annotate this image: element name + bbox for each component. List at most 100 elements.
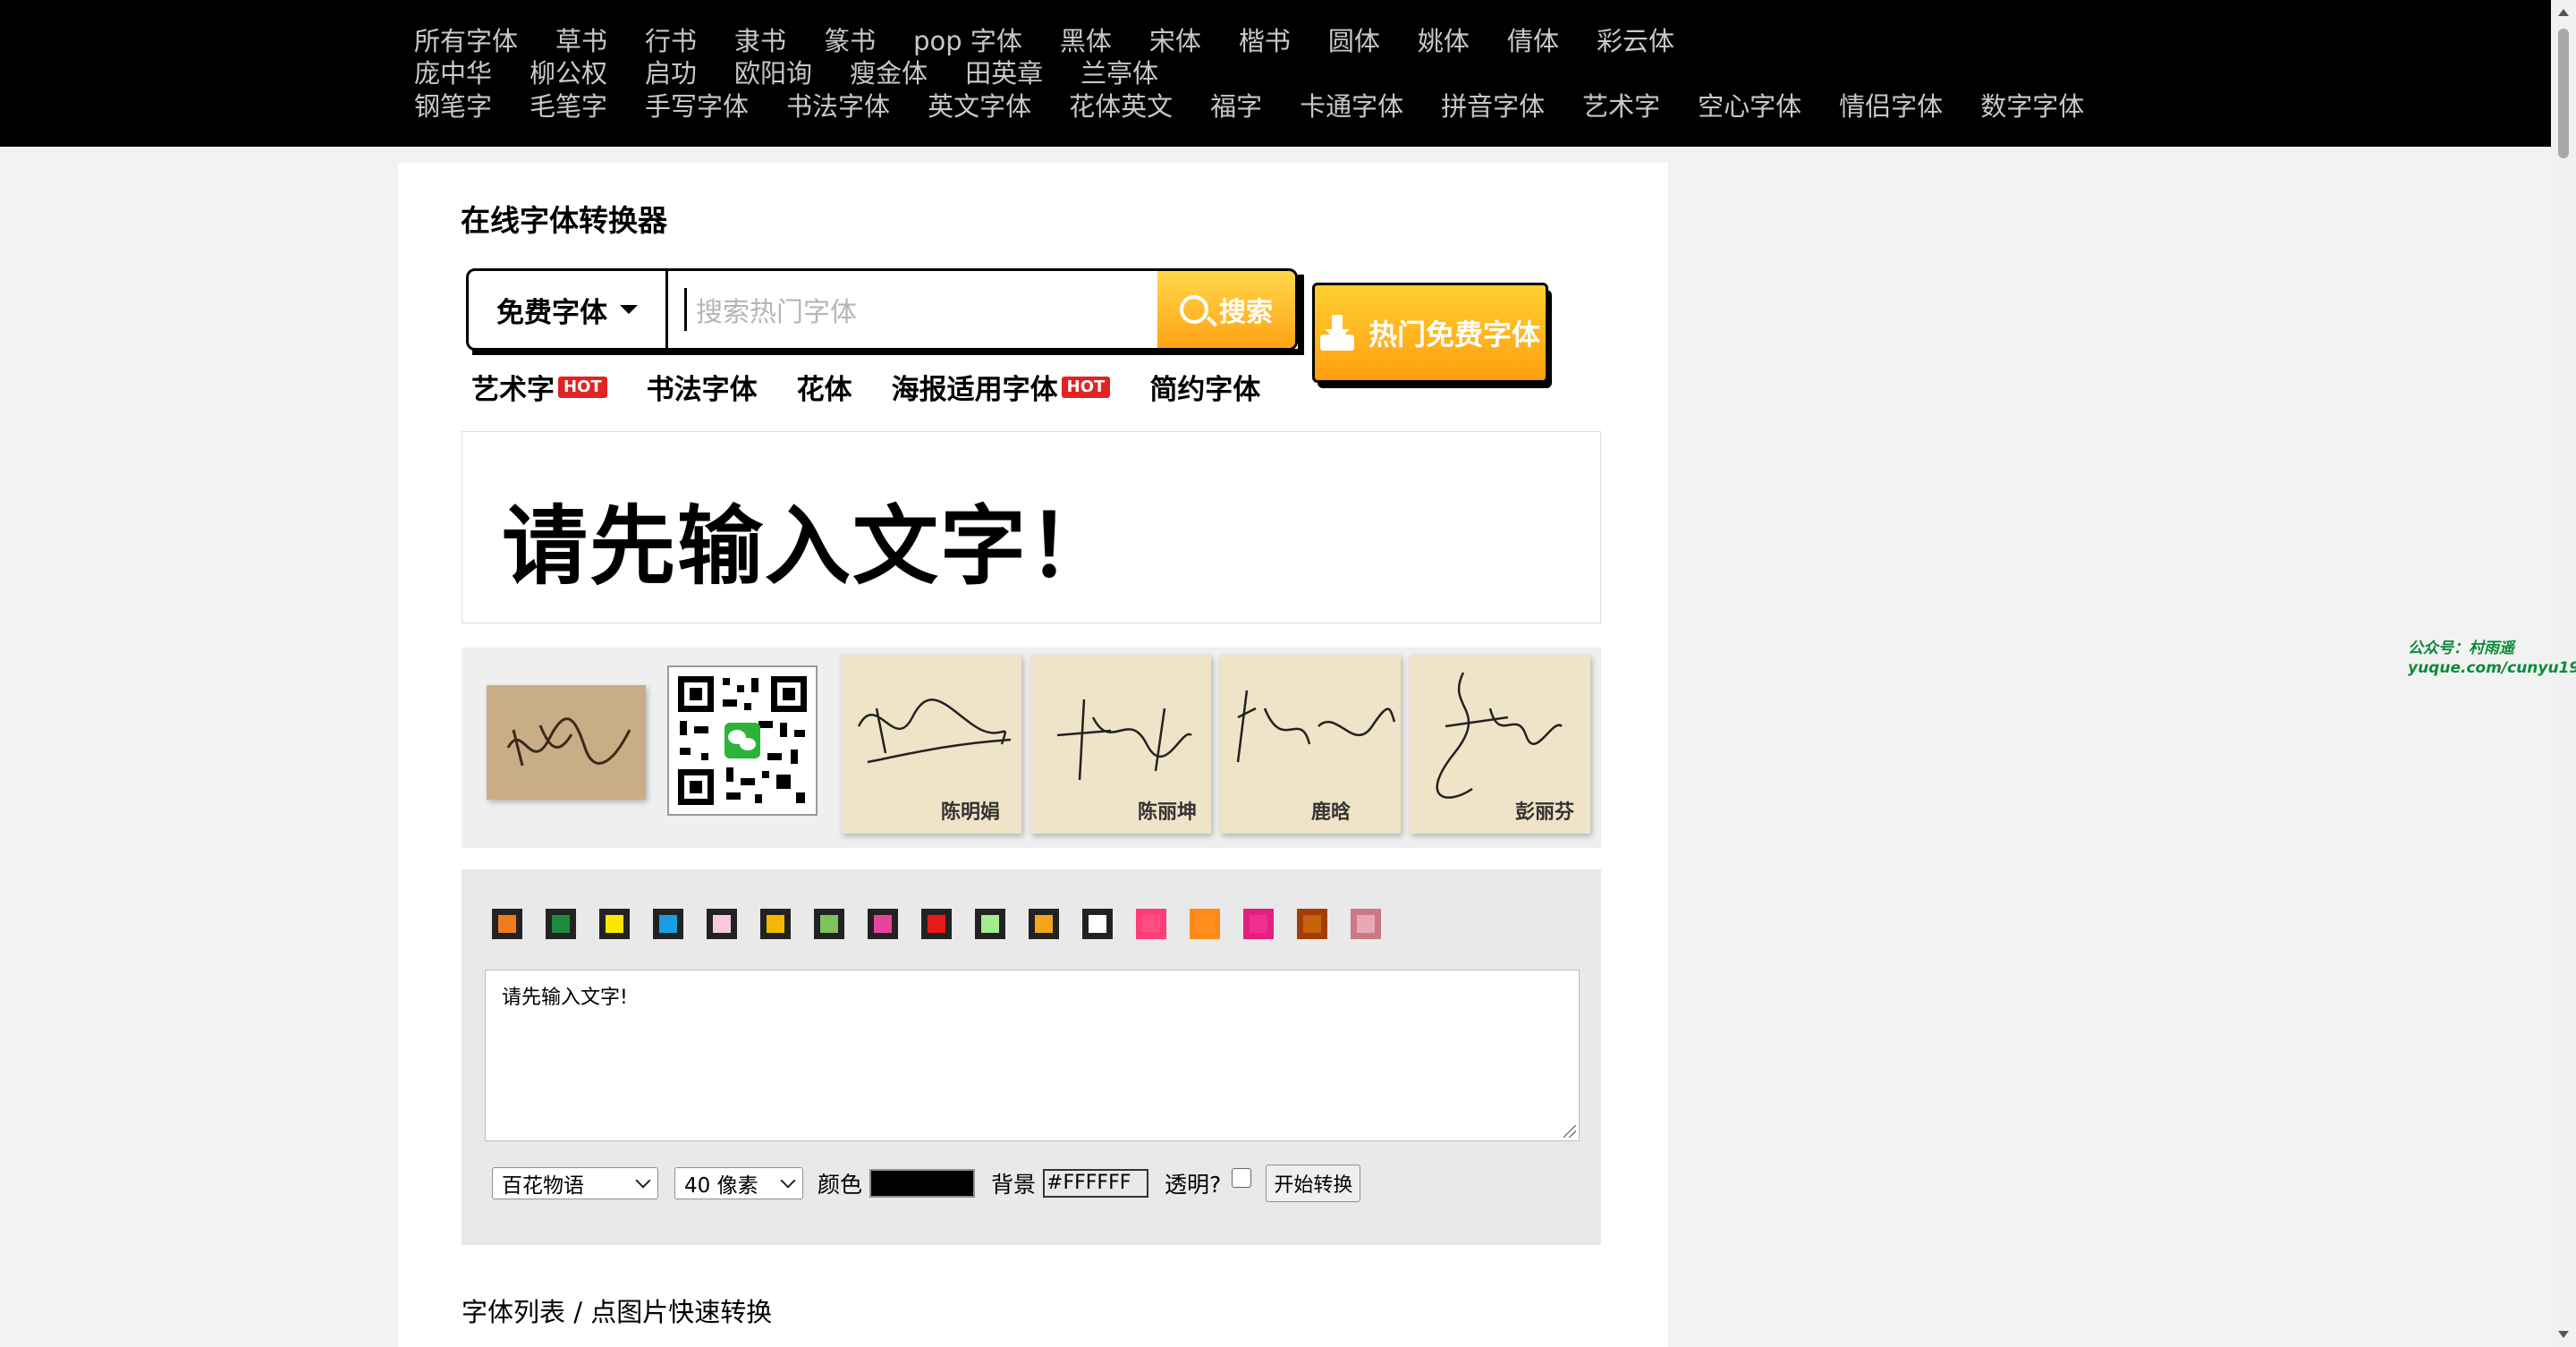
nav-link[interactable]: 欧阳询 <box>734 57 812 89</box>
transparent-label: 透明? <box>1165 1172 1222 1198</box>
chevron-down-icon <box>620 305 638 314</box>
color-swatch[interactable] <box>546 909 576 939</box>
nav-row-1: 所有字体 草书 行书 隶书 篆书 pop 字体 黑体 宋体 楷书 圆体 姚体 倩体 彩云体 <box>414 25 1712 57</box>
font-tags: 艺术字 HOT 书法字体 花体 海报适用字体 HOT 简约字体 <box>471 367 1300 407</box>
nav-link[interactable]: 兰亭体 <box>1080 57 1158 89</box>
watermark-line-2: yuque.com/cunyu1943 <box>2408 659 2576 677</box>
font-tag[interactable]: 花体 <box>797 367 852 407</box>
nav-link[interactable]: 彩云体 <box>1597 25 1674 57</box>
nav-link[interactable]: 宋体 <box>1149 25 1201 57</box>
nav-row-3: 钢笔字 毛笔字 手写字体 书法字体 英文字体 花体英文 福字 卡通字体 拼音字体 艺术字 空心字体 情… <box>414 90 2122 123</box>
search-button[interactable]: 搜索 <box>1157 271 1295 348</box>
signature-card[interactable]: 彭丽芬 <box>1410 655 1590 834</box>
font-tag[interactable]: 简约字体 <box>1149 367 1260 407</box>
color-swatch[interactable] <box>1190 909 1220 939</box>
color-swatch[interactable] <box>492 909 522 939</box>
color-swatch[interactable] <box>1351 909 1381 939</box>
color-swatch[interactable] <box>814 909 844 939</box>
font-tag-label: 花体 <box>796 374 852 406</box>
nav-row-2: 庞中华 柳公权 启功 欧阳询 瘦金体 田英章 兰亭体 <box>414 57 1196 89</box>
nav-link[interactable]: 拼音字体 <box>1441 90 1545 123</box>
text-cursor <box>684 288 687 331</box>
font-list-title: 字体列表 / 点图片快速转换 <box>462 1297 773 1327</box>
resize-handle-icon[interactable] <box>1563 1125 1576 1138</box>
search-button-label: 搜索 <box>1219 297 1273 328</box>
nav-link[interactable]: 数字字体 <box>1980 90 2084 123</box>
nav-link[interactable]: pop 字体 <box>913 25 1022 57</box>
nav-link[interactable]: 田英章 <box>965 57 1043 89</box>
nav-link[interactable]: 花体英文 <box>1069 90 1173 123</box>
nav-link[interactable]: 所有字体 <box>414 25 518 57</box>
nav-link[interactable]: 启功 <box>645 57 697 89</box>
background-color-input[interactable]: #FFFFFF <box>1043 1169 1149 1198</box>
nav-link[interactable]: 柳公权 <box>530 57 607 89</box>
wechat-qr-code-image[interactable] <box>667 665 818 816</box>
nav-link[interactable]: 钢笔字 <box>414 90 492 123</box>
font-tag-label: 书法字体 <box>646 374 758 406</box>
nav-link[interactable]: 情侣字体 <box>1839 90 1943 123</box>
size-select[interactable]: 40 像素 <box>674 1167 803 1199</box>
scrollbar-thumb[interactable] <box>2558 29 2569 158</box>
search-input[interactable]: 搜索热门字体 <box>668 271 1157 348</box>
signature-card[interactable]: 陈明娟 <box>841 655 1021 834</box>
font-category-dropdown[interactable]: 免费字体 <box>469 271 668 348</box>
signature-name: 陈丽坤 <box>1138 801 1198 824</box>
signature-sample-image[interactable] <box>487 685 646 800</box>
color-swatch[interactable] <box>599 909 630 939</box>
color-swatch[interactable] <box>1243 909 1274 939</box>
font-tag[interactable]: 海报适用字体 HOT <box>892 367 1111 407</box>
convert-button[interactable]: 开始转换 <box>1266 1165 1361 1202</box>
nav-link[interactable]: 隶书 <box>734 25 786 57</box>
text-color-picker[interactable] <box>869 1169 976 1198</box>
nav-link[interactable]: 卡通字体 <box>1300 90 1403 123</box>
font-tag[interactable]: 书法字体 <box>647 367 758 407</box>
color-swatch[interactable] <box>707 909 737 939</box>
nav-link[interactable]: 瘦金体 <box>850 57 928 89</box>
signature-card[interactable]: 陈丽坤 <box>1030 655 1211 834</box>
nav-link[interactable]: 书法字体 <box>786 90 890 123</box>
color-swatch[interactable] <box>760 909 791 939</box>
top-nav: 所有字体 草书 行书 隶书 篆书 pop 字体 黑体 宋体 楷书 圆体 姚体 倩体 彩云体 庞中华 柳公权… <box>0 0 2551 147</box>
signature-card[interactable]: 鹿晗 <box>1220 655 1401 834</box>
scroll-down-arrow-icon[interactable] <box>2558 1331 2569 1338</box>
font-select[interactable]: 百花物语 <box>492 1167 658 1199</box>
font-tag-label: 海报适用字体 <box>891 374 1058 406</box>
nav-link[interactable]: 姚体 <box>1418 25 1470 57</box>
nav-link[interactable]: 行书 <box>645 25 697 57</box>
nav-link[interactable]: 英文字体 <box>928 90 1031 123</box>
nav-link[interactable]: 庞中华 <box>414 57 492 89</box>
nav-link[interactable]: 圆体 <box>1328 25 1380 57</box>
color-swatch[interactable] <box>1136 909 1166 939</box>
converter-controls: 百花物语 40 像素 颜色 背景 #FFFFFF 透明? 开始转换 <box>492 1165 1361 1202</box>
color-swatch[interactable] <box>921 909 952 939</box>
hot-free-fonts-button[interactable]: 热门免费字体 <box>1312 283 1552 388</box>
scroll-up-arrow-icon[interactable] <box>2558 9 2569 16</box>
hot-free-fonts-label: 热门免费字体 <box>1368 318 1540 352</box>
color-swatch[interactable] <box>1297 909 1327 939</box>
color-swatch[interactable] <box>653 909 683 939</box>
nav-link[interactable]: 倩体 <box>1507 25 1559 57</box>
color-swatch[interactable] <box>975 909 1005 939</box>
background-label: 背景 <box>991 1172 1037 1198</box>
nav-link[interactable]: 艺术字 <box>1582 90 1660 123</box>
nav-link[interactable]: 楷书 <box>1239 25 1291 57</box>
signature-ad-strip: 陈明娟 陈丽坤 鹿晗 彭丽芬 <box>462 648 1601 848</box>
nav-link[interactable]: 福字 <box>1210 90 1262 123</box>
download-icon <box>1319 315 1354 351</box>
watermark-line-1: 公众号：村雨遥 <box>2408 640 2514 657</box>
nav-link[interactable]: 空心字体 <box>1698 90 1801 123</box>
transparent-checkbox[interactable] <box>1232 1168 1252 1188</box>
color-label: 颜色 <box>818 1172 863 1198</box>
color-swatch[interactable] <box>1082 909 1113 939</box>
nav-link[interactable]: 黑体 <box>1060 25 1112 57</box>
font-tag[interactable]: 艺术字 HOT <box>471 367 607 407</box>
nav-link[interactable]: 篆书 <box>824 25 876 57</box>
search-box: 免费字体 搜索热门字体 搜索 <box>466 268 1298 351</box>
color-swatch[interactable] <box>1029 909 1059 939</box>
text-input-area[interactable]: 请先输入文字! <box>485 970 1580 1141</box>
color-swatch[interactable] <box>868 909 898 939</box>
nav-link[interactable]: 手写字体 <box>645 90 749 123</box>
nav-link[interactable]: 毛笔字 <box>530 90 607 123</box>
watermark: 公众号：村雨遥 yuque.com/cunyu1943 <box>2408 639 2576 678</box>
nav-link[interactable]: 草书 <box>555 25 607 57</box>
